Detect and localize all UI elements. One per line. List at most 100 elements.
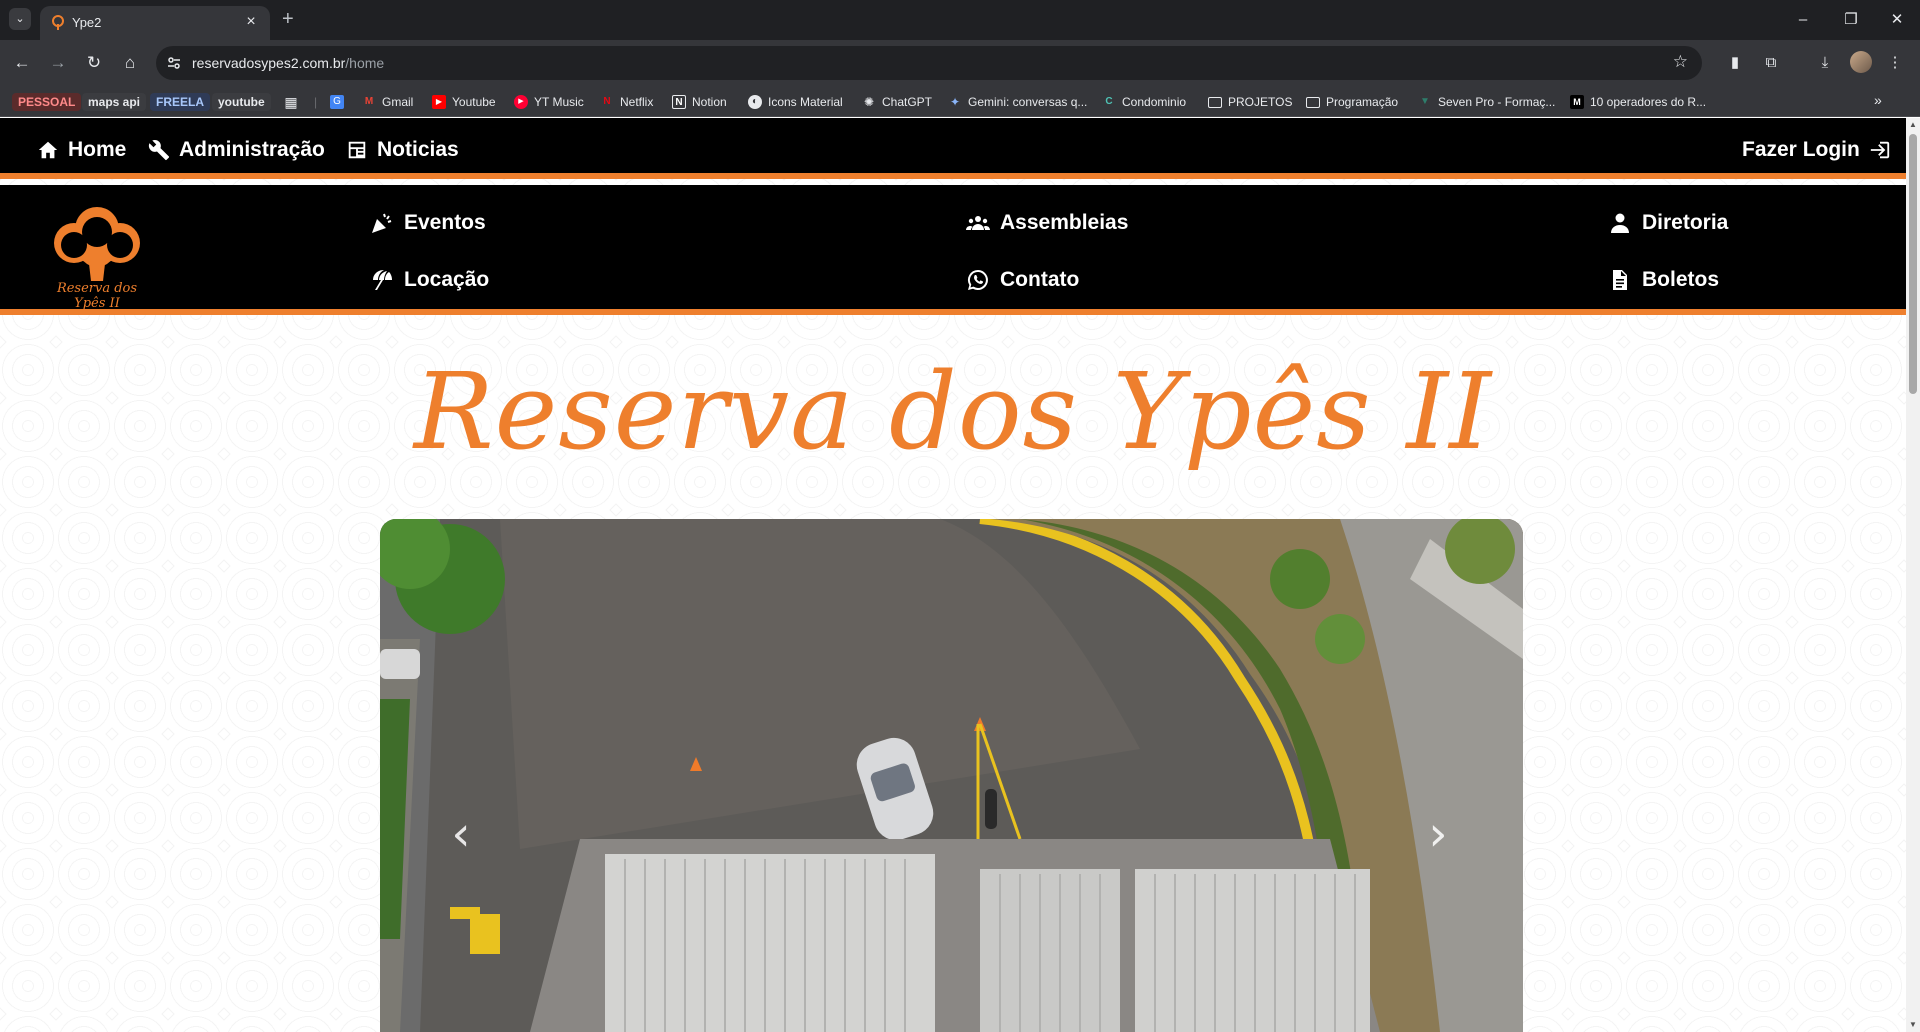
browser-tab-active[interactable]: Ype2 × [40, 6, 270, 40]
youtube-icon: ▶ [432, 95, 446, 109]
bookmark-yt-music[interactable]: ▶ YT Music [514, 92, 584, 112]
bookmark-operadores[interactable]: M 10 operadores do R... [1570, 92, 1706, 112]
bookmark-gmail[interactable]: M Gmail [362, 92, 414, 112]
folder-icon [1208, 96, 1222, 108]
url-path: /home [345, 55, 385, 71]
carousel-prev-icon[interactable]: ‹ [446, 809, 476, 859]
yt-music-icon: ▶ [514, 95, 528, 109]
tab-close-icon[interactable]: × [242, 13, 260, 31]
notion-icon: N [672, 95, 686, 109]
scroll-down-icon[interactable]: ▼ [1909, 1021, 1917, 1029]
bookmark-icons-material[interactable]: ◐ Icons Material [748, 92, 843, 112]
nav-diretoria[interactable]: Diretoria [1608, 211, 1728, 235]
forward-icon[interactable]: → [46, 51, 70, 75]
main-navigation: Reserva dos Ypês II Eventos Assembleias … [0, 185, 1906, 315]
minimize-icon[interactable]: – [1788, 8, 1818, 32]
carousel-next-icon[interactable]: › [1423, 809, 1453, 859]
bookmark-label: Seven Pro - Formaç... [1438, 95, 1556, 109]
bookmark-divider: | [314, 95, 318, 109]
nav-eventos[interactable]: Eventos [370, 211, 486, 235]
bookmark-folder-pessoal[interactable]: PESSOAL [12, 92, 82, 112]
admin-link[interactable]: Administração [148, 138, 325, 162]
chatgpt-icon: ✺ [863, 95, 875, 109]
reading-list-icon[interactable]: ▮ [1724, 52, 1746, 74]
nav-contato-label: Contato [1000, 268, 1080, 291]
url-text: reservadosypes2.com.br/home [192, 55, 384, 71]
back-icon[interactable]: ← [10, 51, 34, 75]
new-tab-icon[interactable]: + [282, 8, 294, 30]
bookmark-folder-freela[interactable]: FREELA [150, 92, 210, 112]
home-link-label: Home [68, 138, 127, 161]
medium-icon: M [1570, 95, 1584, 109]
bookmark-folder-programacao[interactable]: Programação [1306, 92, 1398, 112]
whatsapp-icon [968, 270, 988, 290]
person-icon [1611, 213, 1629, 233]
bookmark-label: ChatGPT [882, 95, 933, 109]
nav-eventos-label: Eventos [404, 211, 486, 234]
profile-avatar[interactable] [1850, 51, 1872, 73]
page-viewport: Home Administração Noticias Fazer Login [0, 118, 1906, 1032]
bookmark-label: Icons Material [768, 95, 843, 109]
menu-dots-icon[interactable]: ⋮ [1884, 52, 1906, 74]
close-window-icon[interactable]: ✕ [1882, 8, 1912, 32]
bookmark-youtube[interactable]: ▶ Youtube [432, 92, 496, 112]
bookmark-condominio[interactable]: C Condominio [1102, 92, 1186, 112]
image-carousel[interactable]: ‹ › [380, 519, 1523, 1032]
bookmark-label: Gemini: conversas q... [968, 95, 1088, 109]
nav-assembleias[interactable]: Assembleias [966, 211, 1128, 235]
bookmark-label: Gmail [382, 95, 414, 109]
nav-contato[interactable]: Contato [966, 268, 1079, 292]
wrench-icon [148, 140, 170, 161]
party-popper-icon [372, 213, 392, 233]
extensions-icon[interactable]: ⧉ [1760, 52, 1782, 74]
site-info-icon[interactable] [166, 55, 182, 71]
nav-boletos-label: Boletos [1642, 268, 1720, 291]
admin-link-label: Administração [179, 138, 325, 161]
reload-icon[interactable]: ↻ [82, 51, 106, 75]
top-bar: Home Administração Noticias Fazer Login [0, 118, 1906, 179]
bookmark-notion[interactable]: N Notion [672, 92, 727, 112]
bookmark-label: Youtube [452, 95, 496, 109]
browser-chrome: ⌄ Ype2 × + – ❐ ✕ ← → ↻ ⌂ reservadosypes2… [0, 0, 1920, 117]
document-icon [1613, 270, 1627, 290]
bookmark-folder-youtube[interactable]: youtube [212, 92, 271, 112]
bookmark-label: FREELA [150, 93, 210, 111]
people-group-icon [966, 216, 990, 230]
download-icon[interactable]: ⤓ [1814, 52, 1836, 74]
login-link[interactable]: Fazer Login [1742, 138, 1891, 162]
bookmark-star-icon[interactable]: ☆ [1673, 52, 1688, 72]
browser-toolbar: ← → ↻ ⌂ reservadosypes2.com.br/home ☆ ▮ … [0, 40, 1920, 86]
nav-locacao[interactable]: Locação [370, 268, 489, 292]
bookmark-folder-projetos[interactable]: PROJETOS [1208, 92, 1292, 112]
news-link[interactable]: Noticias [346, 138, 459, 162]
bookmark-folder-maps-api[interactable]: maps api [82, 92, 147, 112]
nav-locacao-label: Locação [404, 268, 490, 291]
nav-boletos[interactable]: Boletos [1608, 268, 1719, 292]
bookmark-gemini[interactable]: ✦ Gemini: conversas q... [948, 92, 1087, 112]
bookmarks-overflow-icon[interactable]: » [1874, 92, 1882, 108]
seven-pro-icon: ▼ [1420, 96, 1430, 107]
page-scrollbar[interactable]: ▲ ▼ [1906, 118, 1920, 1032]
bookmark-chatgpt[interactable]: ✺ ChatGPT [862, 92, 932, 112]
tab-search-icon[interactable]: ⌄ [9, 8, 31, 30]
material-icon: ◐ [748, 95, 762, 109]
bookmark-label: Condominio [1122, 95, 1187, 109]
scroll-up-icon[interactable]: ▲ [1909, 121, 1917, 129]
bookmarks-bar: PESSOAL maps api FREELA youtube ▦ | G MG… [0, 86, 1920, 117]
address-bar[interactable]: reservadosypes2.com.br/home ☆ [156, 46, 1702, 80]
gemini-icon: ✦ [949, 95, 961, 109]
tab-title: Ype2 [72, 15, 102, 30]
google-translate-icon[interactable]: G [330, 92, 344, 112]
restore-icon[interactable]: ❐ [1836, 8, 1866, 32]
bookmark-netflix[interactable]: N Netflix [600, 92, 653, 112]
home-link[interactable]: Home [37, 138, 126, 162]
apps-grid-icon[interactable]: ▦ [284, 92, 298, 112]
news-link-label: Noticias [377, 138, 459, 161]
scroll-thumb[interactable] [1909, 134, 1917, 394]
bookmark-label: 10 operadores do R... [1590, 95, 1707, 109]
home-browser-icon[interactable]: ⌂ [118, 51, 142, 75]
url-domain: reservadosypes2.com.br [192, 55, 346, 71]
bookmark-seven-pro[interactable]: ▼ Seven Pro - Formaç... [1418, 92, 1555, 112]
nav-assembleias-label: Assembleias [1000, 211, 1129, 234]
login-icon [1870, 141, 1890, 159]
